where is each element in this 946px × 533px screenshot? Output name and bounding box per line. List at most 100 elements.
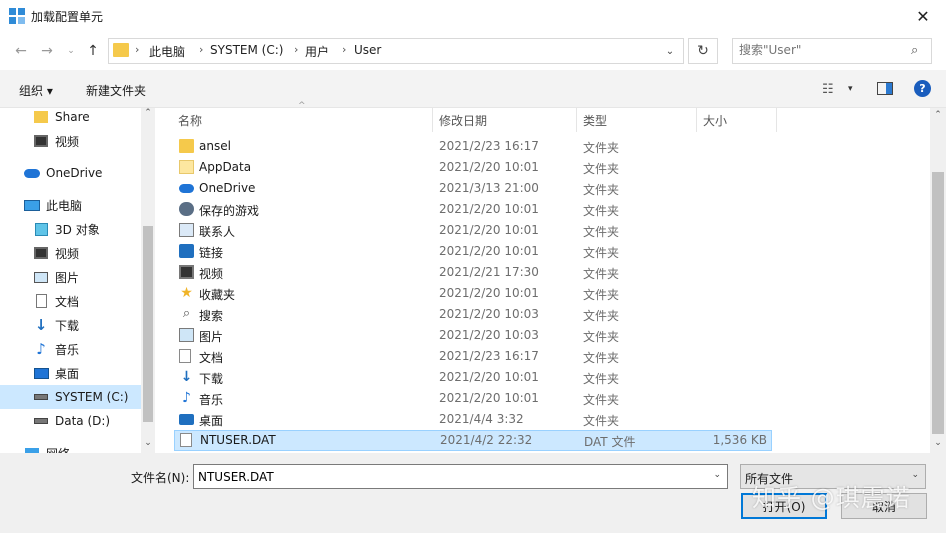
breadcrumb-user[interactable]: User (354, 43, 381, 57)
computer-icon (24, 197, 40, 213)
search-input[interactable] (739, 43, 899, 57)
file-row[interactable]: ansel 2021/2/23 16:17 文件夹 (174, 136, 772, 157)
column-divider[interactable] (696, 108, 697, 132)
music-icon: ♪ (36, 340, 46, 358)
file-date: 2021/2/20 10:01 (439, 223, 539, 237)
filename-combobox[interactable]: ⌄ (193, 464, 728, 489)
file-date: 2021/2/20 10:01 (439, 202, 539, 216)
file-row[interactable]: 桌面 2021/4/4 3:32 文件夹 (174, 409, 772, 430)
chevron-down-icon[interactable]: ⌄ (911, 470, 919, 480)
document-icon (179, 349, 191, 363)
nav-item-data-drive[interactable]: Data (D:) (0, 409, 141, 433)
file-row[interactable]: ♪ 音乐 2021/2/20 10:01 文件夹 (174, 388, 772, 409)
file-date: 2021/2/20 10:01 (439, 244, 539, 258)
column-header-name[interactable]: 名称 (178, 112, 202, 129)
file-type: 文件夹 (583, 225, 620, 239)
file-date: 2021/2/20 10:01 (439, 160, 539, 174)
address-dropdown-icon[interactable]: ⌄ (656, 38, 684, 64)
magnifier-icon: ⌕ (182, 306, 191, 321)
help-icon[interactable]: ? (914, 80, 931, 97)
file-row[interactable]: 文档 2021/2/23 16:17 文件夹 (174, 346, 772, 367)
file-type: 文件夹 (583, 204, 620, 218)
file-date: 2021/2/20 10:03 (439, 328, 539, 342)
filename-label: 文件名(N): (131, 471, 190, 485)
scroll-up-chevron-icon[interactable]: ⌃ (141, 108, 155, 122)
preview-pane-icon[interactable] (877, 82, 893, 95)
file-row[interactable]: 视频 2021/2/21 17:30 文件夹 (174, 262, 772, 283)
view-options-icon[interactable]: ☷ (822, 82, 834, 97)
refresh-button[interactable]: ↻ (688, 38, 718, 64)
nav-item-network[interactable]: 网络 (0, 441, 141, 453)
address-bar[interactable]: › 此电脑 › SYSTEM (C:) › 用户 › User (108, 38, 684, 64)
file-date: 2021/2/20 10:03 (439, 307, 539, 321)
scroll-up-chevron-icon[interactable]: ⌃ (930, 110, 946, 120)
view-dropdown-chevron-icon[interactable]: ▾ (848, 84, 853, 94)
nav-item-downloads[interactable]: ↓ 下载 (0, 313, 141, 337)
close-button[interactable]: ✕ (900, 0, 946, 32)
file-row[interactable]: AppData 2021/2/20 10:01 文件夹 (174, 157, 772, 178)
nav-item-pictures[interactable]: 图片 (0, 265, 141, 289)
nav-item-system-drive[interactable]: SYSTEM (C:) (0, 385, 141, 409)
file-row[interactable]: 保存的游戏 2021/2/20 10:01 文件夹 (174, 199, 772, 220)
pictures-icon (179, 328, 194, 342)
column-divider[interactable] (776, 108, 777, 132)
scroll-down-chevron-icon[interactable]: ⌄ (930, 438, 946, 448)
video-icon (33, 133, 49, 149)
breadcrumb-this-pc[interactable]: 此电脑 (149, 43, 185, 60)
file-name: 桌面 (199, 414, 224, 428)
column-header-date[interactable]: 修改日期 (439, 112, 487, 129)
file-list-scrollbar-thumb[interactable] (932, 172, 944, 434)
nav-item-videos[interactable]: 视频 (0, 241, 141, 265)
column-header-type[interactable]: 类型 (583, 112, 607, 129)
document-icon (33, 293, 49, 309)
search-box[interactable]: ⌕ (732, 38, 932, 64)
up-arrow-icon[interactable]: ↑ (82, 40, 104, 62)
column-divider[interactable] (576, 108, 577, 132)
file-type: 文件夹 (583, 330, 620, 344)
nav-item-documents[interactable]: 文档 (0, 289, 141, 313)
recent-locations-chevron-icon[interactable]: ⌄ (60, 40, 82, 62)
file-row[interactable]: OneDrive 2021/3/13 21:00 文件夹 (174, 178, 772, 199)
column-header-size[interactable]: 大小 (703, 112, 727, 129)
nav-scrollbar-thumb[interactable] (143, 226, 153, 422)
registry-app-icon (9, 8, 25, 24)
nav-item-desktop[interactable]: 桌面 (0, 361, 141, 385)
file-type: 文件夹 (583, 393, 620, 407)
breadcrumb-system-drive[interactable]: SYSTEM (C:) (210, 43, 283, 57)
file-row[interactable]: ★ 收藏夹 2021/2/20 10:01 文件夹 (174, 283, 772, 304)
file-type: 文件夹 (583, 141, 620, 155)
title-bar (0, 0, 946, 32)
file-row[interactable]: 图片 2021/2/20 10:03 文件夹 (174, 325, 772, 346)
file-icon (180, 433, 192, 447)
chevron-down-icon[interactable]: ⌄ (713, 470, 721, 480)
column-divider[interactable] (432, 108, 433, 132)
nav-item-onedrive[interactable]: OneDrive (0, 161, 141, 185)
file-type: 文件夹 (583, 183, 620, 197)
nav-item-videos-quick[interactable]: 视频 (0, 129, 141, 153)
file-row[interactable]: 联系人 2021/2/20 10:01 文件夹 (174, 220, 772, 241)
filename-field[interactable] (198, 470, 698, 484)
back-arrow-icon[interactable]: ← (10, 40, 32, 62)
new-folder-button[interactable]: 新建文件夹 (86, 82, 146, 99)
organize-menu[interactable]: 组织 ▾ (19, 82, 53, 99)
scroll-down-chevron-icon[interactable]: ⌄ (141, 438, 155, 452)
video-icon (33, 245, 49, 261)
file-row[interactable]: ↓ 下载 2021/2/20 10:01 文件夹 (174, 367, 772, 388)
cloud-icon (179, 184, 194, 193)
forward-arrow-icon[interactable]: → (36, 40, 58, 62)
breadcrumb-users[interactable]: 用户 (305, 43, 329, 60)
download-icon: ↓ (34, 316, 48, 334)
nav-item-label: 桌面 (55, 366, 80, 381)
cloud-icon (24, 165, 40, 181)
file-row[interactable]: 链接 2021/2/20 10:01 文件夹 (174, 241, 772, 262)
breadcrumb-separator-icon: › (135, 43, 140, 56)
nav-item-music[interactable]: ♪ 音乐 (0, 337, 141, 361)
search-icon[interactable]: ⌕ (911, 43, 918, 58)
file-row[interactable]: ⌕ 搜索 2021/2/20 10:03 文件夹 (174, 304, 772, 325)
watermark: 知乎 @琪震诺 (752, 484, 911, 512)
file-date: 2021/2/23 16:17 (439, 139, 539, 153)
nav-item-this-pc[interactable]: 此电脑 (0, 193, 141, 217)
nav-item-share[interactable]: Share (0, 108, 141, 129)
nav-item-3d-objects[interactable]: 3D 对象 (0, 217, 141, 241)
file-row-selected[interactable]: NTUSER.DAT 2021/4/2 22:32 DAT 文件 1,536 K… (174, 430, 772, 451)
